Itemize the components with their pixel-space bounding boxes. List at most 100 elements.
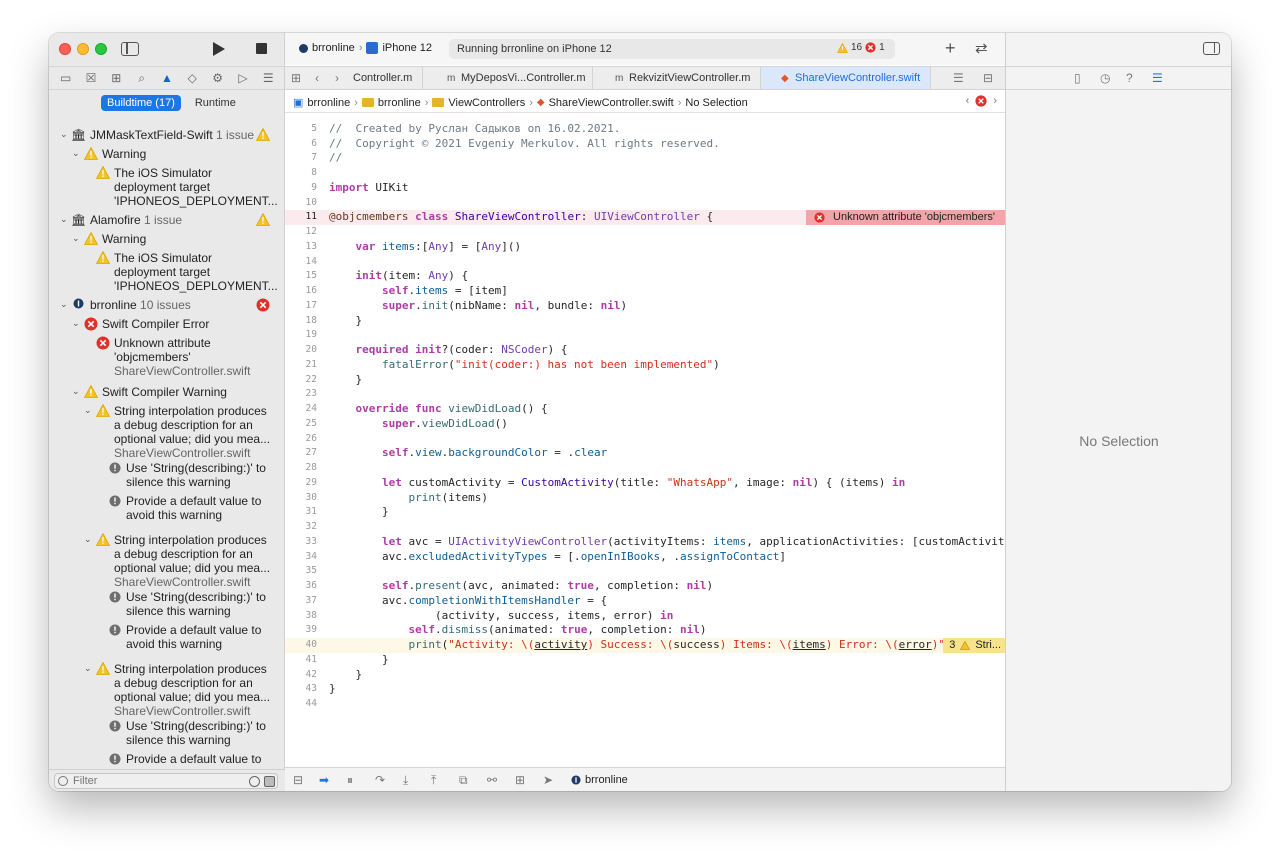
chevron-down-icon[interactable]: ⌄ xyxy=(60,299,68,310)
pause-icon[interactable]: ⏸ xyxy=(347,773,353,788)
report-navigator-icon[interactable]: ☰ xyxy=(259,69,277,87)
related-items-icon[interactable]: ⊞ xyxy=(291,71,301,85)
debug-navigator-icon[interactable]: ⚙ xyxy=(209,69,227,87)
issue-item[interactable]: Unknown attribute 'objcmembers' ShareVie… xyxy=(114,336,251,378)
issue-item[interactable]: String interpolation produces a debug de… xyxy=(114,404,270,460)
issue-counts[interactable]: 16 1 xyxy=(837,42,885,53)
issue-item[interactable]: The iOS Simulator deployment target 'IPH… xyxy=(114,166,278,208)
chevron-down-icon[interactable]: ⌄ xyxy=(72,148,80,159)
breadcrumb-selection: No Selection xyxy=(685,96,748,109)
file-inspector-icon[interactable]: ▯ xyxy=(1074,71,1081,85)
tab-file[interactable]: m MyDeposVi...Controller.m xyxy=(423,67,593,89)
fixit-item[interactable]: Provide a default value to xyxy=(126,752,261,766)
chevron-down-icon[interactable]: ⌄ xyxy=(72,318,80,329)
issue-item[interactable]: The iOS Simulator deployment target 'IPH… xyxy=(114,251,278,293)
chevron-down-icon[interactable]: ⌄ xyxy=(84,663,92,674)
fixit-item[interactable]: Use 'String(describing:)' to silence thi… xyxy=(126,461,266,489)
breadcrumb[interactable]: ▣ brronline › brronline › ViewController… xyxy=(293,96,748,110)
view-hierarchy-icon[interactable]: ⧉ xyxy=(459,773,468,788)
simulate-location-icon[interactable]: ➤ xyxy=(543,773,553,787)
chevron-down-icon[interactable]: ⌄ xyxy=(60,214,68,225)
back-icon[interactable]: ‹ xyxy=(315,71,319,85)
attributes-inspector-icon[interactable]: ☰ xyxy=(1152,71,1163,85)
chevron-down-icon[interactable]: ⌄ xyxy=(84,405,92,416)
quick-help-icon[interactable]: ? xyxy=(1126,71,1133,85)
fixit-item[interactable]: Provide a default value to avoid this wa… xyxy=(126,494,261,522)
tab-bar: ⊞ ‹ › Controller.m m MyDeposVi...Controll… xyxy=(285,66,1005,90)
add-library-icon[interactable]: + xyxy=(945,38,956,59)
step-into-icon[interactable]: ⤓ xyxy=(403,773,408,788)
source-control-icon[interactable]: ☒ xyxy=(82,69,100,87)
editor-options-icon[interactable]: ☰ xyxy=(953,71,964,85)
test-navigator-icon[interactable]: ◇ xyxy=(183,69,201,87)
forward-icon[interactable]: › xyxy=(335,71,339,85)
warning-icon xyxy=(96,404,110,417)
next-issue-icon[interactable]: › xyxy=(993,95,997,107)
tab-buildtime[interactable]: Buildtime (17) xyxy=(101,95,181,111)
navigator-toggle-icon[interactable] xyxy=(121,42,139,56)
breakpoint-navigator-icon[interactable]: ▷ xyxy=(234,69,252,87)
fixit-item[interactable]: Use 'String(describing:)' to silence thi… xyxy=(126,719,266,747)
issue-text-line: 'IPHONEOS_DEPLOYMENT... xyxy=(114,279,278,293)
source-editor[interactable]: 5 // Created by Руслан Садыков on 16.02.2… xyxy=(285,117,1005,767)
issue-item[interactable]: String interpolation produces a debug de… xyxy=(114,533,270,589)
project-navigator-icon[interactable]: ▭ xyxy=(57,69,75,87)
fixit-item[interactable]: Use 'String(describing:)' to silence thi… xyxy=(126,590,266,618)
environment-overrides-icon[interactable]: ⊞ xyxy=(515,773,525,787)
chevron-down-icon[interactable]: ⌄ xyxy=(72,233,80,244)
split-editor-icon[interactable]: ⊟ xyxy=(983,71,993,85)
issue-group[interactable]: brronline 10 issues xyxy=(90,298,191,312)
memory-graph-icon[interactable]: ⚯ xyxy=(487,773,497,787)
issue-text-line: Unknown attribute xyxy=(114,336,211,350)
step-over-icon[interactable]: ↷ xyxy=(375,773,385,787)
fixit-text-line: avoid this warning xyxy=(126,508,223,522)
warning-category[interactable]: Warning xyxy=(102,147,146,161)
issue-file: ShareViewController.swift xyxy=(114,364,251,378)
symbol-navigator-icon[interactable]: ⊞ xyxy=(107,69,125,87)
recent-filter-icon[interactable] xyxy=(249,776,260,787)
target-icon: 🏛 xyxy=(71,128,87,142)
inline-error-message[interactable]: Unknown attribute 'objcmembers' xyxy=(806,210,1005,225)
error-category[interactable]: Swift Compiler Error xyxy=(102,317,209,331)
step-out-icon[interactable]: ⤒ xyxy=(431,773,436,788)
warning-category[interactable]: Warning xyxy=(102,232,146,246)
chevron-down-icon[interactable]: ⌄ xyxy=(60,129,68,140)
activity-status: Running brronline on iPhone 12 16 1 xyxy=(449,39,895,59)
inline-warning-message[interactable]: 3 Stri... xyxy=(943,638,1005,653)
issue-group[interactable]: Alamofire 1 issue xyxy=(90,213,182,227)
warning-category[interactable]: Swift Compiler Warning xyxy=(102,385,227,399)
chevron-down-icon[interactable]: ⌄ xyxy=(84,534,92,545)
code-line: 32 xyxy=(285,520,1005,535)
chevron-down-icon[interactable]: ⌄ xyxy=(72,386,80,397)
scheme-selector[interactable]: brronline › iPhone 12 xyxy=(299,42,432,54)
zoom-window-button[interactable] xyxy=(95,43,107,55)
code-line: 27 self.view.backgroundColor = .clear xyxy=(285,446,1005,461)
hide-debug-area-icon[interactable]: ⊟ xyxy=(293,773,303,787)
issue-group[interactable]: JMMaskTextField-Swift 1 issue xyxy=(90,128,254,142)
inspector-toggle-icon[interactable] xyxy=(1203,42,1220,55)
code-line: 28 xyxy=(285,461,1005,476)
fixit-item[interactable]: Provide a default value to avoid this wa… xyxy=(126,623,261,651)
breakpoints-toggle-icon[interactable]: ➡ xyxy=(319,773,329,787)
filter-input[interactable] xyxy=(54,773,278,789)
tab-active-file[interactable]: ◆ ShareViewController.swift xyxy=(761,67,931,89)
tab-runtime[interactable]: Runtime xyxy=(189,95,242,111)
issue-navigator-icon[interactable]: ▲ xyxy=(158,69,176,87)
code-text: (activity, success, items, error) in xyxy=(329,609,674,622)
window-toolbar: brronline › iPhone 12 Running brronline … xyxy=(285,33,1005,65)
close-window-button[interactable] xyxy=(59,43,71,55)
stop-button[interactable] xyxy=(256,43,267,54)
previous-issue-icon[interactable]: ‹ xyxy=(966,95,970,107)
error-icon[interactable] xyxy=(975,95,987,107)
run-button[interactable] xyxy=(213,42,225,56)
find-navigator-icon[interactable]: ⌕ xyxy=(133,69,151,87)
tab-file[interactable]: m RekvizitViewController.m xyxy=(593,67,761,89)
minimize-window-button[interactable] xyxy=(77,43,89,55)
code-review-icon[interactable]: ⇄ xyxy=(975,39,988,57)
issue-item[interactable]: String interpolation produces a debug de… xyxy=(114,662,270,718)
errors-only-filter-icon[interactable] xyxy=(264,776,275,787)
process-target[interactable]: brronline xyxy=(571,774,628,786)
tab-file[interactable]: Controller.m xyxy=(353,67,423,89)
history-inspector-icon[interactable]: ◷ xyxy=(1100,71,1110,85)
group-name: brronline xyxy=(90,298,137,312)
